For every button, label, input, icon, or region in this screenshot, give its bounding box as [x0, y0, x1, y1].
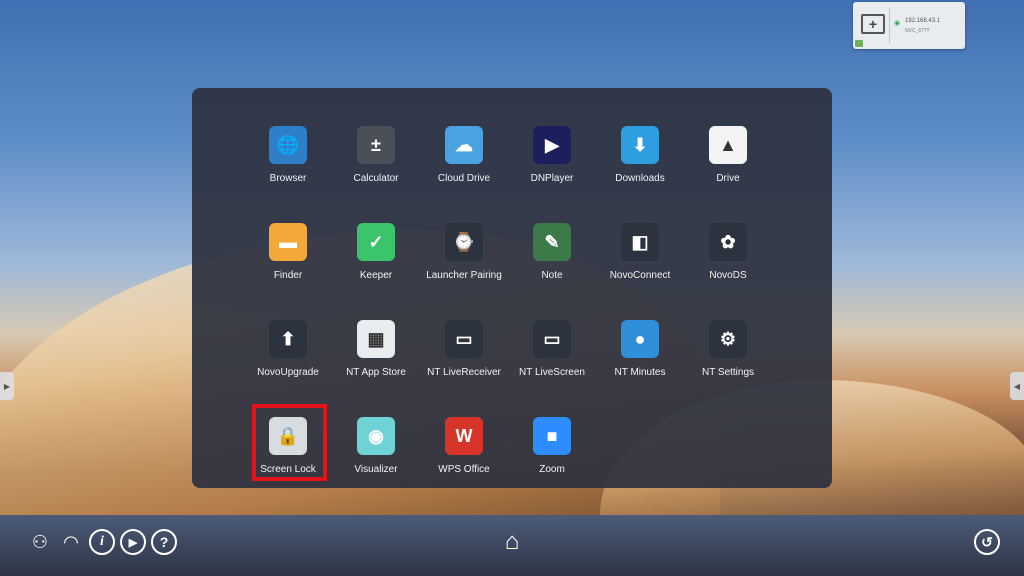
app-label: Launcher Pairing	[426, 270, 502, 281]
live-screen-icon: ▭	[533, 320, 571, 358]
play-icon[interactable]: ▶	[120, 529, 146, 555]
upgrade-icon: ⬆	[269, 320, 307, 358]
connection-info-card[interactable]: + ◉ 192.168.43.1 NVC_6???	[853, 2, 965, 49]
app-novoupgrade[interactable]: ⬆ NovoUpgrade	[244, 320, 332, 402]
app-nt-settings[interactable]: ⚙ NT Settings	[684, 320, 772, 402]
wifi-icon[interactable]: ◠	[58, 529, 84, 555]
app-downloads[interactable]: ⬇ Downloads	[596, 126, 684, 208]
app-visualizer[interactable]: ◉ Visualizer	[332, 417, 420, 499]
app-note[interactable]: ✎ Note	[508, 223, 596, 305]
app-launcher-pairing[interactable]: ⌚ Launcher Pairing	[420, 223, 508, 305]
app-nt-livereceiver[interactable]: ▭ NT LiveReceiver	[420, 320, 508, 402]
settings-gear-icon: ⚙	[709, 320, 747, 358]
ip-address: 192.168.43.1	[905, 18, 941, 24]
app-label: Cloud Drive	[437, 173, 491, 184]
info-icon[interactable]: i	[89, 529, 115, 555]
app-label: Note	[541, 270, 563, 281]
app-zoom[interactable]: ■ Zoom	[508, 417, 596, 499]
app-label: NT Settings	[701, 367, 755, 378]
right-edge-tab[interactable]: ◀	[1010, 372, 1024, 400]
home-icon[interactable]: ⌂	[499, 528, 525, 555]
app-label: NovoUpgrade	[257, 367, 319, 378]
wifi-icon: ◉	[894, 20, 901, 27]
add-user-icon[interactable]: +	[861, 14, 885, 34]
app-finder[interactable]: ▬ Finder	[244, 223, 332, 305]
app-label: WPS Office	[438, 464, 490, 475]
network-icon[interactable]: ⚇	[27, 529, 53, 555]
app-label: NovoDS	[709, 270, 747, 281]
app-label: Finder	[273, 270, 303, 281]
app-label: DNPlayer	[530, 173, 574, 184]
app-label: NT LiveScreen	[519, 367, 585, 378]
app-label: Calculator	[353, 173, 399, 184]
keeper-icon: ✓	[357, 223, 395, 261]
app-novoconnect[interactable]: ◧ NovoConnect	[596, 223, 684, 305]
app-nt-minutes[interactable]: ● NT Minutes	[596, 320, 684, 402]
novods-icon: ✿	[709, 223, 747, 261]
cloud-upload-icon: ☁	[445, 126, 483, 164]
app-label: NovoConnect	[609, 270, 671, 281]
help-icon[interactable]: ?	[151, 529, 177, 555]
chalkboard-icon: ✎	[533, 223, 571, 261]
play-disc-icon: ▶	[533, 126, 571, 164]
app-label: Browser	[269, 173, 307, 184]
download-icon: ⬇	[621, 126, 659, 164]
novoconnect-icon: ◧	[621, 223, 659, 261]
card-divider	[889, 8, 890, 44]
calculator-icon: ±	[357, 126, 395, 164]
screen-icon	[855, 40, 863, 47]
wps-office-icon: W	[445, 417, 483, 455]
remote-pairing-icon: ⌚	[445, 223, 483, 261]
drive-icon: ▲	[709, 126, 747, 164]
folder-icon: ▬	[269, 223, 307, 261]
app-drive[interactable]: ▲ Drive	[684, 126, 772, 208]
app-label: NT App Store	[346, 367, 406, 378]
app-keeper[interactable]: ✓ Keeper	[332, 223, 420, 305]
app-label: Visualizer	[354, 464, 398, 475]
app-nt-app-store[interactable]: ▦ NT App Store	[332, 320, 420, 402]
app-novods[interactable]: ✿ NovoDS	[684, 223, 772, 305]
app-nt-livescreen[interactable]: ▭ NT LiveScreen	[508, 320, 596, 402]
app-dnplayer[interactable]: ▶ DNPlayer	[508, 126, 596, 208]
selection-highlight	[252, 404, 327, 481]
camera-lens-icon: ◉	[357, 417, 395, 455]
app-cloud-drive[interactable]: ☁ Cloud Drive	[420, 126, 508, 208]
network-ssid: NVC_6???	[905, 28, 930, 34]
app-label: Downloads	[615, 173, 665, 184]
app-label: Zoom	[539, 464, 565, 475]
app-browser[interactable]: 🌐 Browser	[244, 126, 332, 208]
globe-icon: 🌐	[269, 126, 307, 164]
history-icon[interactable]: ↺	[974, 529, 1000, 555]
left-edge-tab[interactable]: ▶	[0, 372, 14, 400]
app-label: NT LiveReceiver	[427, 367, 501, 378]
app-wps-office[interactable]: W WPS Office	[420, 417, 508, 499]
live-receiver-icon: ▭	[445, 320, 483, 358]
app-label: Drive	[716, 173, 740, 184]
app-calculator[interactable]: ± Calculator	[332, 126, 420, 208]
zoom-video-icon: ■	[533, 417, 571, 455]
app-store-icon: ▦	[357, 320, 395, 358]
app-label: NT Minutes	[614, 367, 666, 378]
app-label: Keeper	[359, 270, 393, 281]
record-icon: ●	[621, 320, 659, 358]
